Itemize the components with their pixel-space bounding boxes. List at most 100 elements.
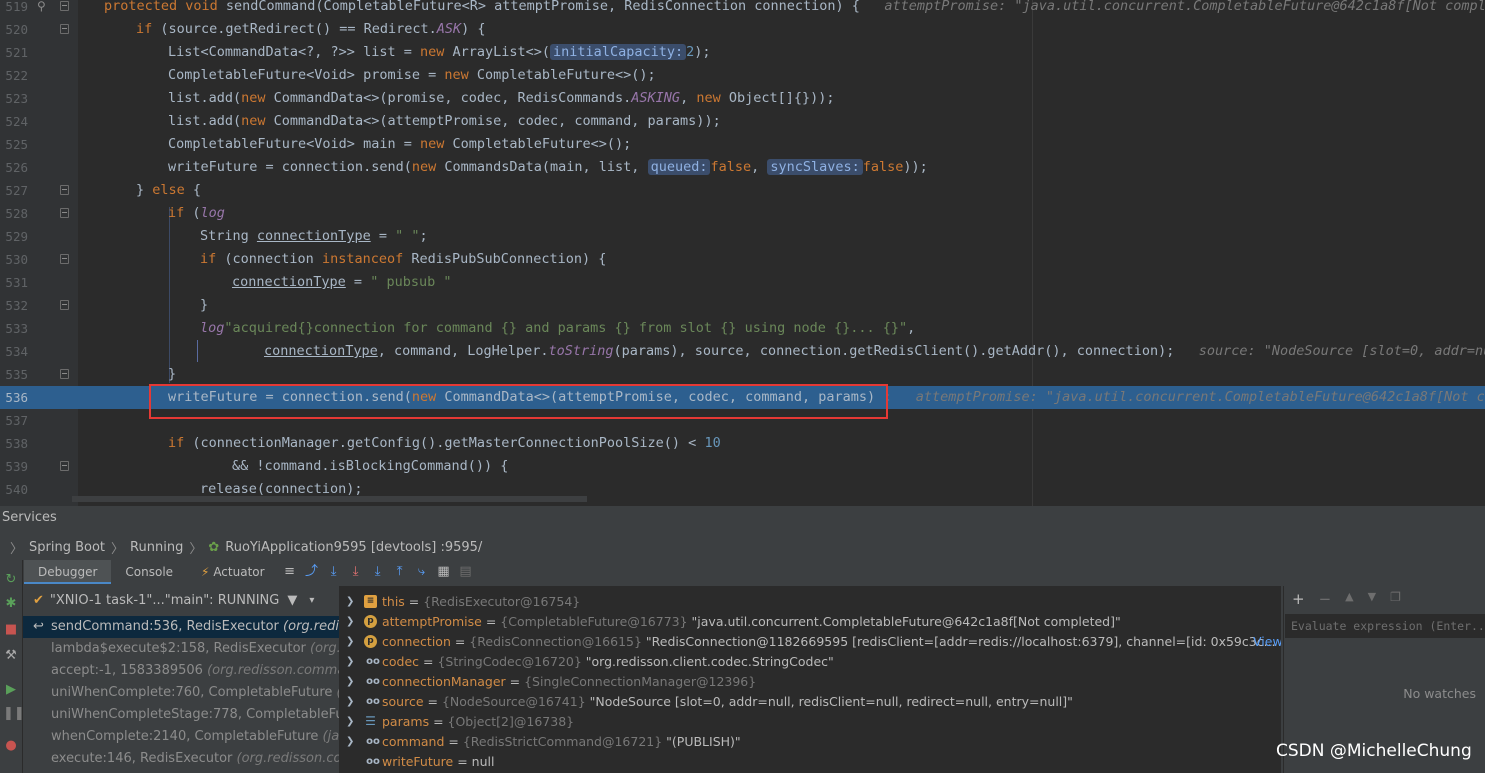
fold-marker-icon[interactable] xyxy=(60,185,69,195)
breakpoint-icon[interactable]: ⚲ xyxy=(37,0,46,18)
line-number[interactable]: 526 xyxy=(0,156,28,179)
line-number[interactable]: 522 xyxy=(0,64,28,87)
step-into-icon[interactable]: ⤓ xyxy=(345,562,367,582)
breakpoints-icon[interactable]: ● xyxy=(3,738,19,754)
tab-actuator[interactable]: ⚡ Actuator xyxy=(187,560,279,584)
code-line[interactable]: 534 connectionType, command, LogHelper.to… xyxy=(0,340,1485,363)
resume-icon[interactable]: ▶ xyxy=(3,682,19,698)
settings-wrench-icon[interactable]: ⚒ xyxy=(3,648,19,664)
chevron-down-icon[interactable]: ▾ xyxy=(309,595,314,606)
layout-menu-icon[interactable]: ≡ xyxy=(279,562,301,582)
line-number[interactable]: 535 xyxy=(0,363,28,386)
code-line[interactable]: 538 if (connectionManager.getConfig().get… xyxy=(0,432,1485,455)
expand-arrow-icon[interactable]: ❯ xyxy=(346,652,354,672)
view-link[interactable]: View xyxy=(1253,632,1281,652)
copy-icon[interactable]: ❐ xyxy=(1390,590,1401,608)
code-line[interactable]: 521 List<CommandData<?, ?>> list = new Ar… xyxy=(0,41,1485,64)
line-number[interactable]: 530 xyxy=(0,248,28,271)
fold-marker-icon[interactable] xyxy=(60,208,69,218)
code-line[interactable]: 519 ⚲ protected void sendCommand(Completab… xyxy=(0,0,1485,18)
code-line[interactable]: 526 writeFuture = connection.send(new Com… xyxy=(0,156,1485,179)
stack-frame[interactable]: ↩ sendCommand:536, RedisExecutor (org.red… xyxy=(23,616,339,638)
stop-icon[interactable]: ■ xyxy=(3,622,19,638)
expand-arrow-icon[interactable]: ❯ xyxy=(346,592,354,612)
debug-rerun-icon[interactable]: ✱ xyxy=(3,596,19,612)
line-number[interactable]: 523 xyxy=(0,87,28,110)
line-number[interactable]: 539 xyxy=(0,455,28,478)
line-number[interactable]: 525 xyxy=(0,133,28,156)
stack-frame[interactable]: uniWhenCompleteStage:778, CompletableFut… xyxy=(23,704,339,726)
filter-icon[interactable]: ▼ xyxy=(287,593,297,608)
evaluate-expression-input[interactable]: Evaluate expression (Enter... xyxy=(1285,614,1485,638)
variable-row[interactable]: ❯ oo connectionManager = {SingleConnection… xyxy=(340,672,1281,692)
line-number[interactable]: 532 xyxy=(0,294,28,317)
stack-frame[interactable]: whenComplete:2140, CompletableFuture (ja… xyxy=(23,726,339,748)
expand-arrow-icon[interactable]: ❯ xyxy=(346,672,354,692)
show-execution-point-icon[interactable]: ⤴ xyxy=(301,562,323,582)
pause-icon[interactable]: ❚❚ xyxy=(3,706,25,722)
line-number[interactable]: 533 xyxy=(0,317,28,340)
code-line[interactable]: 525 CompletableFuture<Void> main = new Co… xyxy=(0,133,1485,156)
fold-marker-icon[interactable] xyxy=(60,24,69,34)
rerun-icon[interactable]: ↻ xyxy=(3,572,19,588)
line-number[interactable]: 520 xyxy=(0,18,28,41)
breadcrumb-spring-boot[interactable]: Spring Boot xyxy=(29,540,105,555)
line-number[interactable]: 537 xyxy=(0,409,28,432)
code-line[interactable]: 530 if (connection instanceof RedisPubSub… xyxy=(0,248,1485,271)
line-number[interactable]: 538 xyxy=(0,432,28,455)
code-line[interactable]: 522 CompletableFuture<Void> promise = new… xyxy=(0,64,1485,87)
variable-row[interactable]: ❯ ☰ params = {Object[2]@16738} xyxy=(340,712,1281,732)
expand-arrow-icon[interactable]: ❯ xyxy=(346,712,354,732)
tab-console[interactable]: Console xyxy=(111,560,187,584)
tab-debugger[interactable]: Debugger xyxy=(24,560,112,584)
expand-arrow-icon[interactable]: ❯ xyxy=(346,612,354,632)
expand-arrow-icon[interactable]: ❯ xyxy=(346,732,354,752)
code-line[interactable]: 529 String connectionType = " "; xyxy=(0,225,1485,248)
fold-marker-icon[interactable] xyxy=(60,1,69,11)
stack-frame[interactable]: accept:-1, 1583389506 (org.redisson.comm… xyxy=(23,660,339,682)
line-number[interactable]: 519 xyxy=(0,0,28,18)
evaluate-expression-icon[interactable]: ▦ xyxy=(433,562,455,582)
expand-arrow-icon[interactable]: ❯ xyxy=(346,692,354,712)
expand-arrow-icon[interactable]: ❯ xyxy=(346,632,354,652)
line-number[interactable]: 529 xyxy=(0,225,28,248)
code-editor[interactable]: 519 ⚲ protected void sendCommand(Completab… xyxy=(0,0,1485,506)
breadcrumb-running[interactable]: Running xyxy=(130,540,183,555)
add-watch-icon[interactable]: + xyxy=(1292,590,1305,608)
line-number[interactable]: 531 xyxy=(0,271,28,294)
code-line[interactable]: 535} xyxy=(0,363,1485,386)
stack-frame[interactable]: uniWhenComplete:760, CompletableFuture (… xyxy=(23,682,339,704)
code-line[interactable]: 527} else { xyxy=(0,179,1485,202)
line-number[interactable]: 528 xyxy=(0,202,28,225)
code-line[interactable]: 523 list.add(new CommandData<>(promise, c… xyxy=(0,87,1485,110)
run-to-cursor-icon[interactable]: ⤷ xyxy=(411,562,433,582)
code-line[interactable]: 533 log"acquired{}connection for command … xyxy=(0,317,1485,340)
step-over-icon[interactable]: ⤓ xyxy=(323,562,345,582)
variable-row[interactable]: ❯ oo source = {NodeSource@16741} "NodeSour… xyxy=(340,692,1281,712)
variable-row[interactable]: ❯ oo codec = {StringCodec@16720} "org.redi… xyxy=(340,652,1281,672)
variable-row[interactable]: oo writeFuture = null xyxy=(340,752,1281,772)
thread-selector[interactable]: ✔ "XNIO-1 task-1"..."main": RUNNING ▼ ▾ xyxy=(23,586,339,614)
line-number[interactable]: 521 xyxy=(0,41,28,64)
line-number[interactable]: 536 xyxy=(0,386,28,409)
code-line[interactable]: 520 if (source.getRedirect() == Redirect.… xyxy=(0,18,1485,41)
move-down-icon[interactable]: ▼ xyxy=(1368,590,1376,608)
move-up-icon[interactable]: ▲ xyxy=(1345,590,1353,608)
line-number[interactable]: 527 xyxy=(0,179,28,202)
line-number[interactable]: 524 xyxy=(0,110,28,133)
stack-frame[interactable]: execute:146, RedisExecutor (org.redisson… xyxy=(23,748,339,770)
code-line[interactable]: 524 list.add(new CommandData<>(attemptPro… xyxy=(0,110,1485,133)
code-line[interactable]: 528 if (log xyxy=(0,202,1485,225)
fold-marker-icon[interactable] xyxy=(60,369,69,379)
stack-frame[interactable]: lambda$execute$2:158, RedisExecutor (org… xyxy=(23,638,339,660)
code-line[interactable]: 539 && !command.isBlockingCommand()) { xyxy=(0,455,1485,478)
line-number[interactable]: 540 xyxy=(0,478,28,501)
variable-row[interactable]: ❯ oo command = {RedisStrictCommand@16721} … xyxy=(340,732,1281,752)
variable-row[interactable]: ❯ ≡ this = {RedisExecutor@16754} xyxy=(340,592,1281,612)
fold-marker-icon[interactable] xyxy=(60,254,69,264)
line-number[interactable]: 534 xyxy=(0,340,28,363)
variable-row[interactable]: ❯ p connection = {RedisConnection@16615} "… xyxy=(340,632,1281,652)
code-line[interactable]: 532} xyxy=(0,294,1485,317)
fold-marker-icon[interactable] xyxy=(60,461,69,471)
variable-row[interactable]: ❯ p attemptPromise = {CompletableFuture@16… xyxy=(340,612,1281,632)
